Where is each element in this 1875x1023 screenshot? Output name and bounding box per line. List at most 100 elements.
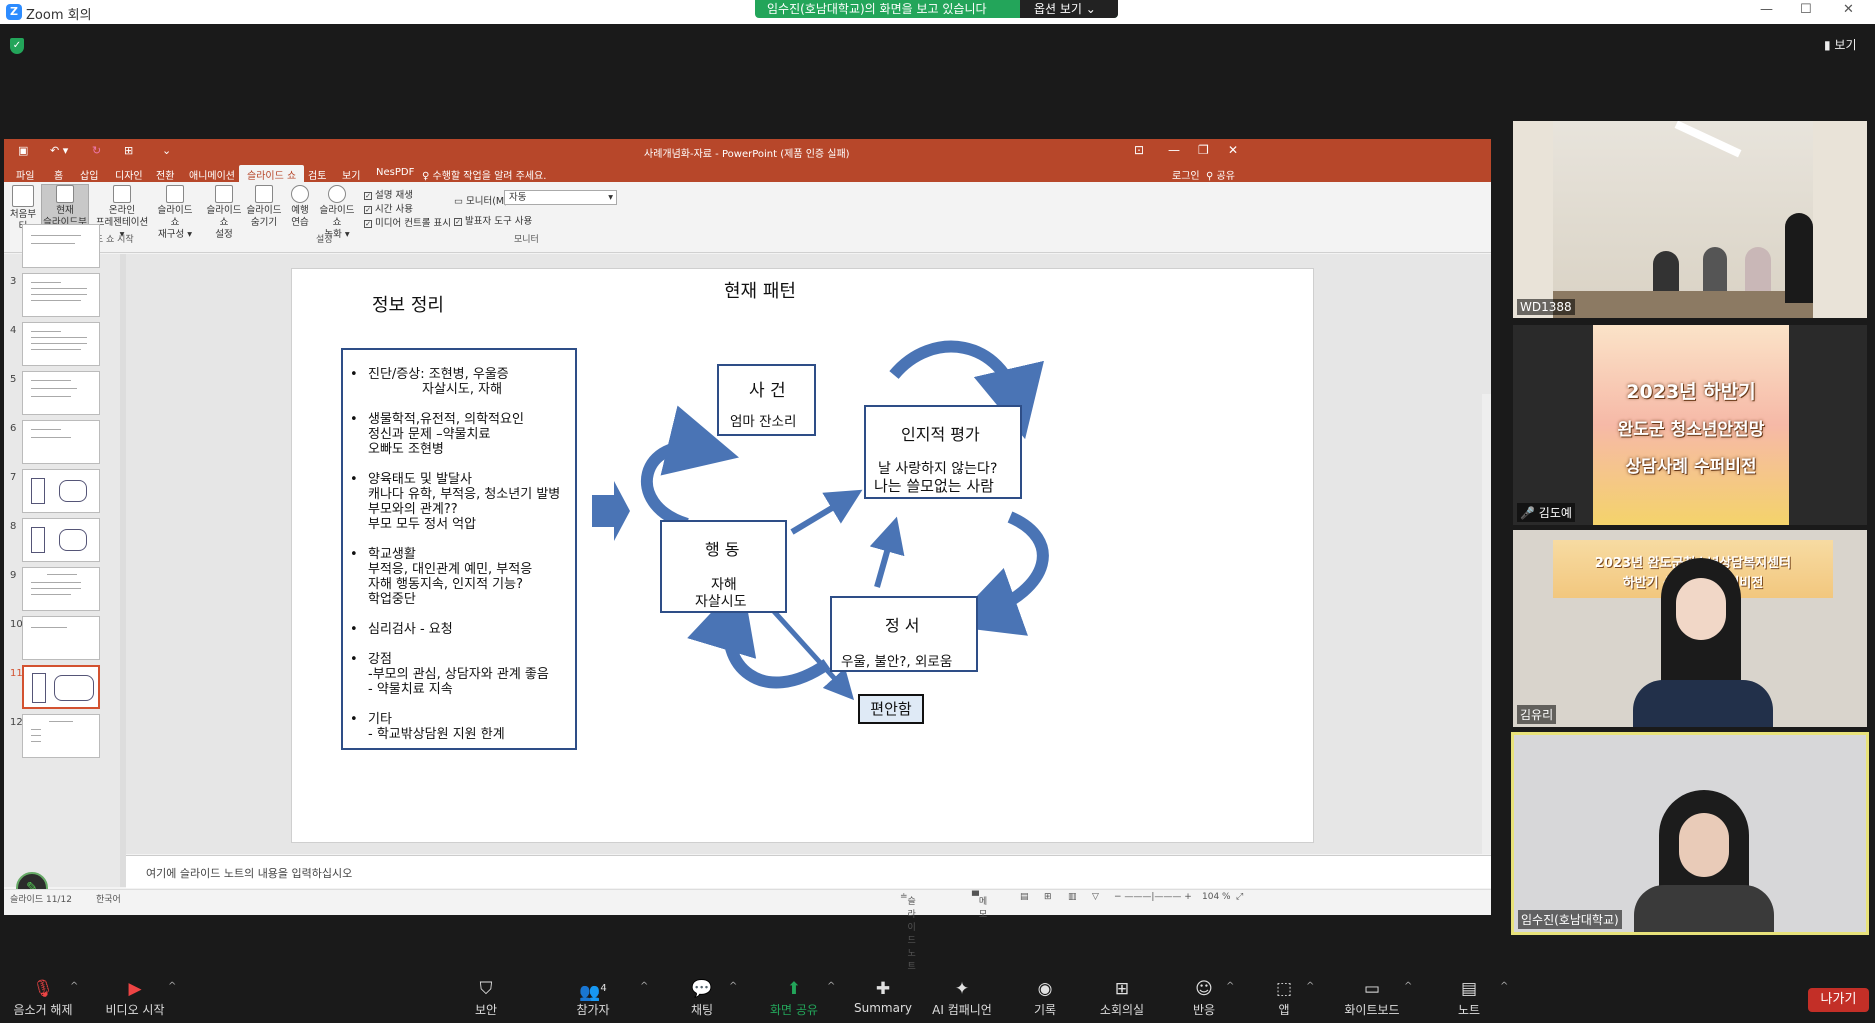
minimize-icon[interactable]: — [1760, 2, 1773, 17]
notes-toggle[interactable]: ≐ 슬라이드 노트 [900, 892, 916, 972]
chevron-up-icon[interactable]: ^ [1226, 981, 1234, 992]
chevron-up-icon[interactable]: ^ [640, 981, 648, 992]
slide-thumbnail[interactable] [22, 371, 100, 415]
leave-button[interactable]: 나가기 [1808, 988, 1869, 1012]
reactions-button[interactable]: ☺ 반응 [1188, 975, 1220, 1018]
record-button[interactable]: ◉ 기록 [1028, 975, 1062, 1018]
customize-qat-icon[interactable]: ⌄ [162, 144, 171, 157]
participant-video[interactable]: WD1388 [1513, 121, 1867, 318]
participants-button[interactable]: 👥4 참가자 [568, 975, 618, 1018]
setup-show-icon [215, 185, 233, 203]
ppt-minimize-icon[interactable]: — [1168, 143, 1180, 157]
custom-show-button[interactable]: 슬라이드 쇼 재구성 ▾ [152, 185, 198, 240]
slide-thumbnail[interactable] [22, 616, 100, 660]
chat-button[interactable]: 💬 채팅 [682, 975, 722, 1018]
chevron-up-icon[interactable]: ^ [168, 981, 176, 992]
record-icon: ◉ [1037, 979, 1053, 999]
close-icon[interactable]: ✕ [1843, 2, 1854, 17]
ribbon-tabs: 파일 홈 삽입 디자인 전환 애니메이션 슬라이드 쇼 검토 보기 NesPDF… [4, 163, 1491, 182]
slide-thumbnail[interactable] [22, 420, 100, 464]
setup-show-button[interactable]: 슬라이드 쇼 설정 [203, 185, 245, 240]
tab-review[interactable]: 검토 [308, 167, 326, 182]
security-button[interactable]: ⛉ 보안 [466, 975, 506, 1018]
tab-animations[interactable]: 애니메이션 [189, 167, 235, 182]
chevron-up-icon[interactable]: ^ [1500, 981, 1508, 992]
fit-window-icon[interactable]: ⤢ [1236, 892, 1243, 902]
rehearse-button[interactable]: 예행 연습 [286, 185, 314, 229]
tab-insert[interactable]: 삽입 [80, 167, 98, 182]
redo-icon[interactable]: ↻ [92, 144, 101, 157]
online-present-button[interactable]: 온라인 프레젠테이션 ▾ [94, 185, 150, 240]
maximize-icon[interactable]: ☐ [1800, 2, 1812, 17]
zoom-level: 104 % [1202, 892, 1231, 902]
media-controls-checkbox[interactable]: ✓ 미디어 컨트롤 표시 [364, 215, 451, 229]
slide-thumbnail[interactable] [22, 224, 100, 268]
sorter-view-icon[interactable]: ⊞ [1044, 892, 1052, 902]
ppt-restore-icon[interactable]: ❐ [1198, 143, 1209, 157]
slide-thumbnail-selected[interactable] [22, 665, 100, 709]
share-link[interactable]: ⚲ 공유 [1206, 167, 1235, 182]
tab-home[interactable]: 홈 [54, 167, 63, 182]
slide-thumbnail[interactable] [22, 567, 100, 611]
chevron-up-icon[interactable]: ^ [70, 981, 78, 992]
undo-icon[interactable]: ↶ ▾ [50, 144, 68, 157]
from-current-button[interactable]: 현재슬라이드부터 [41, 184, 89, 240]
node-action: 행 동 자해 자살시도 [660, 520, 787, 613]
chevron-up-icon[interactable]: ^ [1306, 981, 1314, 992]
slide-thumbnail[interactable] [22, 714, 100, 758]
view-options-button[interactable]: 옵션 보기 ⌄ [1020, 0, 1118, 18]
slide-thumbnail[interactable] [22, 518, 100, 562]
slide-vertical-scrollbar[interactable] [1482, 394, 1491, 854]
use-timing-checkbox[interactable]: ✓ 시간 사용 [364, 201, 413, 215]
hide-slide-button[interactable]: 슬라이드 숨기기 [246, 185, 282, 229]
participant-video-active-speaker[interactable]: 임수진(호남대학교) [1511, 732, 1869, 935]
login-link[interactable]: 로그인 [1172, 167, 1200, 182]
slideshow-view-icon[interactable]: ▽ [1092, 892, 1099, 902]
tab-transitions[interactable]: 전환 [156, 167, 174, 182]
chevron-up-icon[interactable]: ^ [729, 981, 737, 992]
slide-thumbnail[interactable] [22, 273, 100, 317]
thumb-number: 9 [10, 570, 17, 581]
tab-nespdf[interactable]: NesPDF [376, 167, 414, 178]
ai-companion-button[interactable]: ✦ AI 컴패니언 [928, 975, 996, 1018]
breakout-rooms-button[interactable]: ⊞ 소회의실 [1096, 975, 1148, 1018]
zoom-slider[interactable]: − ———|——— + [1114, 892, 1192, 902]
tab-slideshow[interactable]: 슬라이드 쇼 [239, 165, 305, 182]
participant-video[interactable]: 2023년 하반기 완도군 청소년안전망 상담사례 수퍼비전 🎤 김도예 [1513, 325, 1867, 525]
presenter-view-checkbox[interactable]: ✓ 발표자 도구 사용 [454, 213, 532, 227]
unmute-button[interactable]: 🎙 음소거 해제 [10, 975, 76, 1018]
normal-view-icon[interactable]: ▤ [1020, 892, 1029, 902]
apps-button[interactable]: ⬚ 앱 [1272, 975, 1296, 1018]
whiteboard-button[interactable]: ▭ 화이트보드 [1340, 975, 1404, 1018]
slide-thumbnail[interactable] [22, 469, 100, 513]
notes-pane[interactable]: 여기에 슬라이드 노트의 내용을 입력하십시오 [126, 855, 1491, 888]
security-shield-icon[interactable]: ✓ [10, 38, 24, 54]
from-beginning-button[interactable]: 처음부터 [6, 185, 40, 232]
view-button[interactable]: ▮ 보기 [1824, 36, 1857, 53]
play-narration-checkbox[interactable]: ✓ 설명 재생 [364, 187, 413, 201]
ppt-close-icon[interactable]: ✕ [1228, 143, 1238, 157]
record-show-button[interactable]: 슬라이드 쇼 녹화 ▾ [314, 185, 360, 240]
save-icon[interactable]: ▣ [18, 144, 28, 157]
setup-show-label-1: 슬라이드 쇼 [206, 205, 242, 228]
chevron-up-icon[interactable]: ^ [1404, 981, 1412, 992]
slide-thumbnail[interactable] [22, 322, 100, 366]
reading-view-icon[interactable]: ▥ [1068, 892, 1077, 902]
present-icon[interactable]: ⊞ [124, 144, 133, 157]
share-screen-button[interactable]: ⬆ 화면 공유 [764, 975, 824, 1018]
notes-button[interactable]: ▤ 노트 [1456, 975, 1482, 1018]
chevron-up-icon[interactable]: ^ [827, 981, 835, 992]
tell-me-search[interactable]: ♀ 수행할 작업을 알려 주세요. [422, 167, 546, 182]
ribbon-display-icon[interactable]: ⊡ [1134, 143, 1144, 157]
comments-toggle[interactable]: ▀ 메모 [972, 892, 987, 920]
monitor-select[interactable]: 자동 ▾ [504, 190, 617, 205]
summary-button[interactable]: ✚ Summary [852, 975, 914, 1015]
tab-design[interactable]: 디자인 [115, 167, 143, 182]
smile-icon: ☺ [1195, 979, 1213, 999]
tab-file[interactable]: 파일 [16, 167, 34, 182]
classroom-scene [1553, 121, 1813, 318]
mic-muted-icon: 🎙 [32, 979, 54, 999]
start-video-button[interactable]: ▶ 비디오 시작 [102, 975, 168, 1018]
participant-video[interactable]: 2023년 완도군청소년상담복지센터 하반기 상담사례 수퍼비전 김유리 [1513, 530, 1867, 727]
tab-view[interactable]: 보기 [342, 167, 360, 182]
